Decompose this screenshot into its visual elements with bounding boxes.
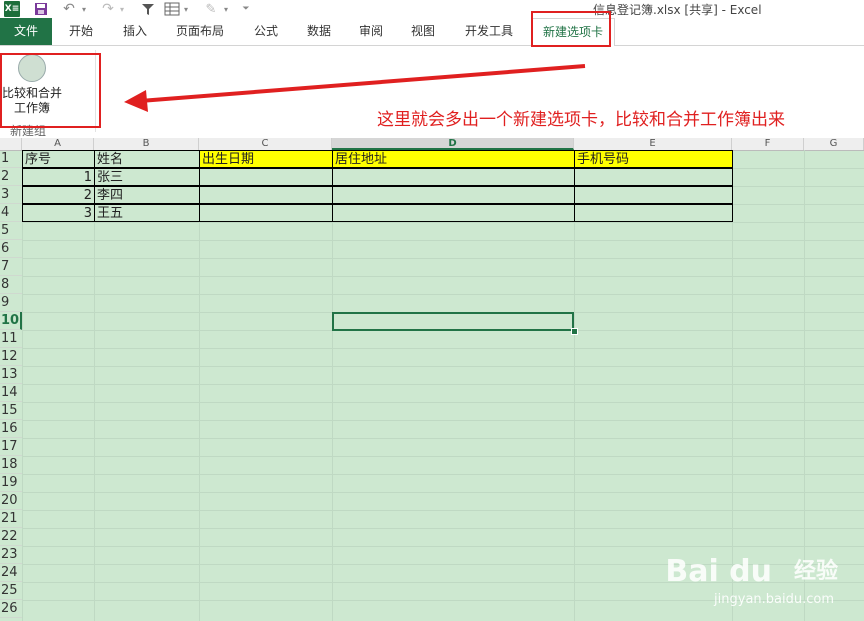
cell-d3[interactable]: [332, 186, 575, 204]
group-divider: [95, 50, 96, 132]
watermark-brand: Bai du: [665, 554, 772, 589]
column-header-a[interactable]: A: [22, 138, 94, 150]
row-header[interactable]: 21: [0, 510, 22, 528]
cell-c4[interactable]: [199, 204, 333, 222]
row-header[interactable]: 24: [0, 564, 22, 582]
cell-d1[interactable]: 居住地址: [332, 150, 575, 168]
cell-c2[interactable]: [199, 168, 333, 186]
save-icon[interactable]: [34, 1, 48, 17]
column-header-b[interactable]: B: [94, 138, 199, 150]
tab-new-tab[interactable]: 新建选项卡: [531, 18, 615, 47]
column-header-d[interactable]: D: [332, 138, 574, 150]
cell-e4[interactable]: [574, 204, 733, 222]
column-header-g[interactable]: G: [804, 138, 864, 150]
row-header[interactable]: 3: [0, 186, 22, 204]
cell-b3[interactable]: 李四: [94, 186, 200, 204]
cell-a2[interactable]: 1: [22, 168, 95, 186]
row-header[interactable]: 9: [0, 294, 22, 312]
selected-cell-d10[interactable]: [332, 312, 574, 331]
row-header[interactable]: 7: [0, 258, 22, 276]
form-dropdown-icon[interactable]: ▾: [182, 1, 190, 17]
tab-developer[interactable]: 开发工具: [455, 18, 523, 45]
row-header[interactable]: 15: [0, 402, 22, 420]
undo-dropdown-icon[interactable]: ▾: [80, 1, 88, 17]
fill-handle[interactable]: [571, 328, 578, 335]
window-title: 信息登记簿.xlsx [共享] - Excel: [593, 3, 762, 17]
cell-e2[interactable]: [574, 168, 733, 186]
tab-formulas[interactable]: 公式: [243, 18, 289, 45]
row-header[interactable]: 18: [0, 456, 22, 474]
row-header[interactable]: 12: [0, 348, 22, 366]
cell-d4[interactable]: [332, 204, 575, 222]
select-all-corner[interactable]: [0, 138, 22, 150]
cell-b1[interactable]: 姓名: [94, 150, 200, 168]
row-header[interactable]: 22: [0, 528, 22, 546]
row-header[interactable]: 14: [0, 384, 22, 402]
cell-c1[interactable]: 出生日期: [199, 150, 333, 168]
tab-file[interactable]: 文件: [0, 18, 52, 45]
cell-b2[interactable]: 张三: [94, 168, 200, 186]
column-header-e[interactable]: E: [574, 138, 732, 150]
customize-toolbar-icon[interactable]: ⏷: [241, 1, 251, 17]
quick-access-toolbar: X≡ ↶ ▾ ↷ ▾ ▾ ✎ ▾ ⏷ 信息登记簿.xlsx [共享] - Exc…: [0, 0, 864, 18]
annotation-text: 这里就会多出一个新建选项卡，比较和合并工作簿出来: [377, 110, 785, 130]
baidu-watermark: Bai du 经验 jingyan.baidu.com: [652, 551, 852, 611]
compare-merge-workbooks-button[interactable]: 比较和合并 工作簿: [2, 52, 62, 124]
row-header[interactable]: 2: [0, 168, 22, 186]
row-header[interactable]: 5: [0, 222, 22, 240]
row-header[interactable]: 4: [0, 204, 22, 222]
cell-e3[interactable]: [574, 186, 733, 204]
cell-a4[interactable]: 3: [22, 204, 95, 222]
pen-icon[interactable]: ✎: [203, 1, 219, 17]
row-header[interactable]: 20: [0, 492, 22, 510]
cell-c3[interactable]: [199, 186, 333, 204]
row-header[interactable]: 11: [0, 330, 22, 348]
compare-merge-label: 比较和合并 工作簿: [2, 86, 63, 115]
column-header-c[interactable]: C: [199, 138, 332, 150]
filter-icon[interactable]: [141, 1, 155, 17]
tab-insert[interactable]: 插入: [112, 18, 158, 45]
row-header[interactable]: 17: [0, 438, 22, 456]
tab-home[interactable]: 开始: [58, 18, 104, 45]
tab-review[interactable]: 审阅: [348, 18, 394, 45]
undo-icon[interactable]: ↶: [62, 1, 76, 17]
column-header-f[interactable]: F: [732, 138, 804, 150]
redo-dropdown-icon[interactable]: ▾: [118, 1, 126, 17]
row-header[interactable]: 25: [0, 582, 22, 600]
cell-e1[interactable]: 手机号码: [574, 150, 733, 168]
row-header[interactable]: 16: [0, 420, 22, 438]
tab-data[interactable]: 数据: [296, 18, 342, 45]
row-header-active[interactable]: 10: [0, 312, 22, 330]
cell-b4[interactable]: 王五: [94, 204, 200, 222]
tab-view[interactable]: 视图: [400, 18, 446, 45]
watermark-cn: 经验: [793, 559, 838, 584]
redo-icon[interactable]: ↷: [101, 1, 115, 17]
compare-merge-icon: [18, 54, 46, 82]
row-header[interactable]: 23: [0, 546, 22, 564]
row-header[interactable]: 26: [0, 600, 22, 618]
pen-dropdown-icon[interactable]: ▾: [222, 1, 230, 17]
ribbon-tabs: 文件 开始 插入 页面布局 公式 数据 审阅 视图 开发工具 新建选项卡: [0, 18, 864, 47]
row-header[interactable]: 6: [0, 240, 22, 258]
worksheet-grid[interactable]: A B C D E F G 1 2 3 4 5 6 7 8 9 10 11 12…: [0, 138, 864, 621]
form-icon[interactable]: [164, 1, 180, 17]
group-label: 新建组: [10, 124, 47, 138]
row-header[interactable]: 13: [0, 366, 22, 384]
row-header[interactable]: 1: [0, 150, 22, 168]
cell-a3[interactable]: 2: [22, 186, 95, 204]
tab-page-layout[interactable]: 页面布局: [166, 18, 234, 45]
excel-logo-icon: X≡: [4, 1, 20, 17]
row-header[interactable]: 19: [0, 474, 22, 492]
cell-d2[interactable]: [332, 168, 575, 186]
cell-a1[interactable]: 序号: [22, 150, 95, 168]
row-header[interactable]: 8: [0, 276, 22, 294]
